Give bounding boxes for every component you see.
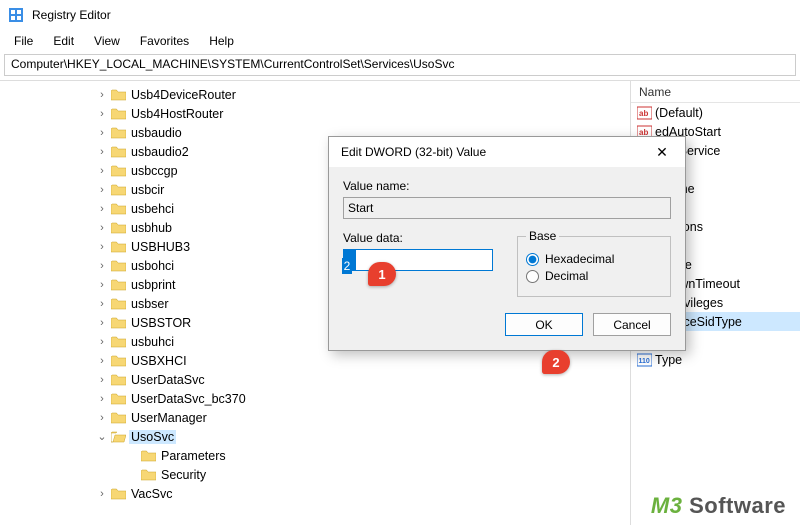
- folder-icon: [110, 164, 126, 178]
- folder-icon: [110, 354, 126, 368]
- radio-dec-input[interactable]: [526, 270, 539, 283]
- menubar: File Edit View Favorites Help: [0, 30, 800, 52]
- tree-item-label: USBHUB3: [129, 240, 192, 254]
- base-fieldset: Base Hexadecimal Decimal: [517, 229, 671, 297]
- tree-item-label: usbaudio2: [129, 145, 191, 159]
- label-value-name: Value name:: [343, 179, 671, 193]
- folder-icon: [110, 297, 126, 311]
- app-icon: [8, 7, 24, 23]
- tree-item-child[interactable]: Security: [95, 465, 630, 484]
- radio-hex[interactable]: Hexadecimal: [526, 252, 662, 266]
- folder-icon: [110, 487, 126, 501]
- value-data-field[interactable]: [343, 249, 493, 271]
- svg-text:110: 110: [638, 358, 649, 365]
- menu-help[interactable]: Help: [199, 32, 244, 50]
- tree-item-label: Parameters: [159, 449, 228, 463]
- tree-item[interactable]: ›UserDataSvc_bc370: [95, 389, 630, 408]
- tree-item[interactable]: ›VacSvc: [95, 484, 630, 503]
- folder-icon: [110, 373, 126, 387]
- tree-item-label: usbcir: [129, 183, 166, 197]
- folder-icon: [140, 449, 156, 463]
- callout-marker-2: 2: [542, 350, 570, 374]
- tree-item-label: USBXHCI: [129, 354, 189, 368]
- folder-icon: [110, 316, 126, 330]
- tree-item[interactable]: ›Usb4DeviceRouter: [95, 85, 630, 104]
- watermark-rest: Software: [682, 493, 786, 518]
- close-icon[interactable]: ✕: [647, 140, 677, 164]
- folder-icon: [110, 392, 126, 406]
- list-row[interactable]: 110 Type: [631, 350, 800, 369]
- radio-hex-input[interactable]: [526, 253, 539, 266]
- value-type-icon: ab: [635, 106, 653, 120]
- tree-item-label: Usb4DeviceRouter: [129, 88, 238, 102]
- list-row-label: Type: [655, 353, 682, 367]
- list-row[interactable]: ab (Default): [631, 103, 800, 122]
- window-titlebar: Registry Editor: [0, 0, 800, 30]
- dialog-title-text: Edit DWORD (32-bit) Value: [341, 145, 486, 159]
- folder-icon: [110, 126, 126, 140]
- tree-item-label: UserManager: [129, 411, 209, 425]
- tree-item-label: usbuhci: [129, 335, 176, 349]
- menu-favorites[interactable]: Favorites: [130, 32, 199, 50]
- svg-text:ab: ab: [639, 109, 648, 118]
- folder-icon: [110, 107, 126, 121]
- tree-item-label: usbehci: [129, 202, 176, 216]
- watermark-brand: M3: [651, 493, 683, 518]
- tree-item-label: UserDataSvc_bc370: [129, 392, 248, 406]
- folder-icon: [110, 183, 126, 197]
- tree-item[interactable]: ›Usb4HostRouter: [95, 104, 630, 123]
- radio-dec[interactable]: Decimal: [526, 269, 662, 283]
- folder-icon: [140, 468, 156, 482]
- value-type-icon: 110: [635, 353, 653, 367]
- dialog-titlebar[interactable]: Edit DWORD (32-bit) Value ✕: [329, 137, 685, 167]
- tree-item-label: VacSvc: [129, 487, 174, 501]
- folder-icon: [110, 202, 126, 216]
- tree-item-label: usbhub: [129, 221, 174, 235]
- tree-item-label: Security: [159, 468, 208, 482]
- folder-icon: [110, 335, 126, 349]
- tree-item-child[interactable]: Parameters: [95, 446, 630, 465]
- tree-item-label: USBSTOR: [129, 316, 193, 330]
- artifact-bar: [428, 370, 482, 480]
- value-name-field[interactable]: [343, 197, 671, 219]
- folder-icon: [110, 259, 126, 273]
- radio-dec-label: Decimal: [545, 269, 588, 283]
- folder-icon: [110, 411, 126, 425]
- radio-hex-label: Hexadecimal: [545, 252, 614, 266]
- tree-item-label: Usb4HostRouter: [129, 107, 225, 121]
- tree-item-label: UserDataSvc: [129, 373, 207, 387]
- tree-item-label: usbaudio: [129, 126, 184, 140]
- folder-icon: [110, 240, 126, 254]
- cancel-button[interactable]: Cancel: [593, 313, 671, 336]
- tree-item-label: UsoSvc: [129, 430, 176, 444]
- folder-icon: [110, 221, 126, 235]
- folder-icon: [110, 145, 126, 159]
- address-bar[interactable]: Computer\HKEY_LOCAL_MACHINE\SYSTEM\Curre…: [4, 54, 796, 76]
- ok-button[interactable]: OK: [505, 313, 583, 336]
- window-title: Registry Editor: [32, 8, 111, 22]
- menu-edit[interactable]: Edit: [43, 32, 84, 50]
- tree-item[interactable]: ›UserManager: [95, 408, 630, 427]
- menu-view[interactable]: View: [84, 32, 130, 50]
- tree-item-label: usbccgp: [129, 164, 180, 178]
- callout-marker-1: 1: [368, 262, 396, 286]
- label-value-data: Value data:: [343, 231, 497, 245]
- folder-open-icon: [110, 430, 126, 444]
- tree-item-label: usbprint: [129, 278, 177, 292]
- tree-item-label: usbohci: [129, 259, 176, 273]
- watermark: M3 Software: [651, 493, 786, 519]
- value-data-selection: 2: [342, 258, 352, 274]
- list-row-label: (Default): [655, 106, 703, 120]
- tree-item-label: usbser: [129, 297, 171, 311]
- folder-icon: [110, 278, 126, 292]
- menu-file[interactable]: File: [4, 32, 43, 50]
- edit-dword-dialog: Edit DWORD (32-bit) Value ✕ Value name: …: [328, 136, 686, 351]
- base-legend: Base: [526, 229, 559, 243]
- list-header-name[interactable]: Name: [631, 81, 800, 103]
- tree-item-selected[interactable]: ⌄UsoSvc: [95, 427, 630, 446]
- folder-icon: [110, 88, 126, 102]
